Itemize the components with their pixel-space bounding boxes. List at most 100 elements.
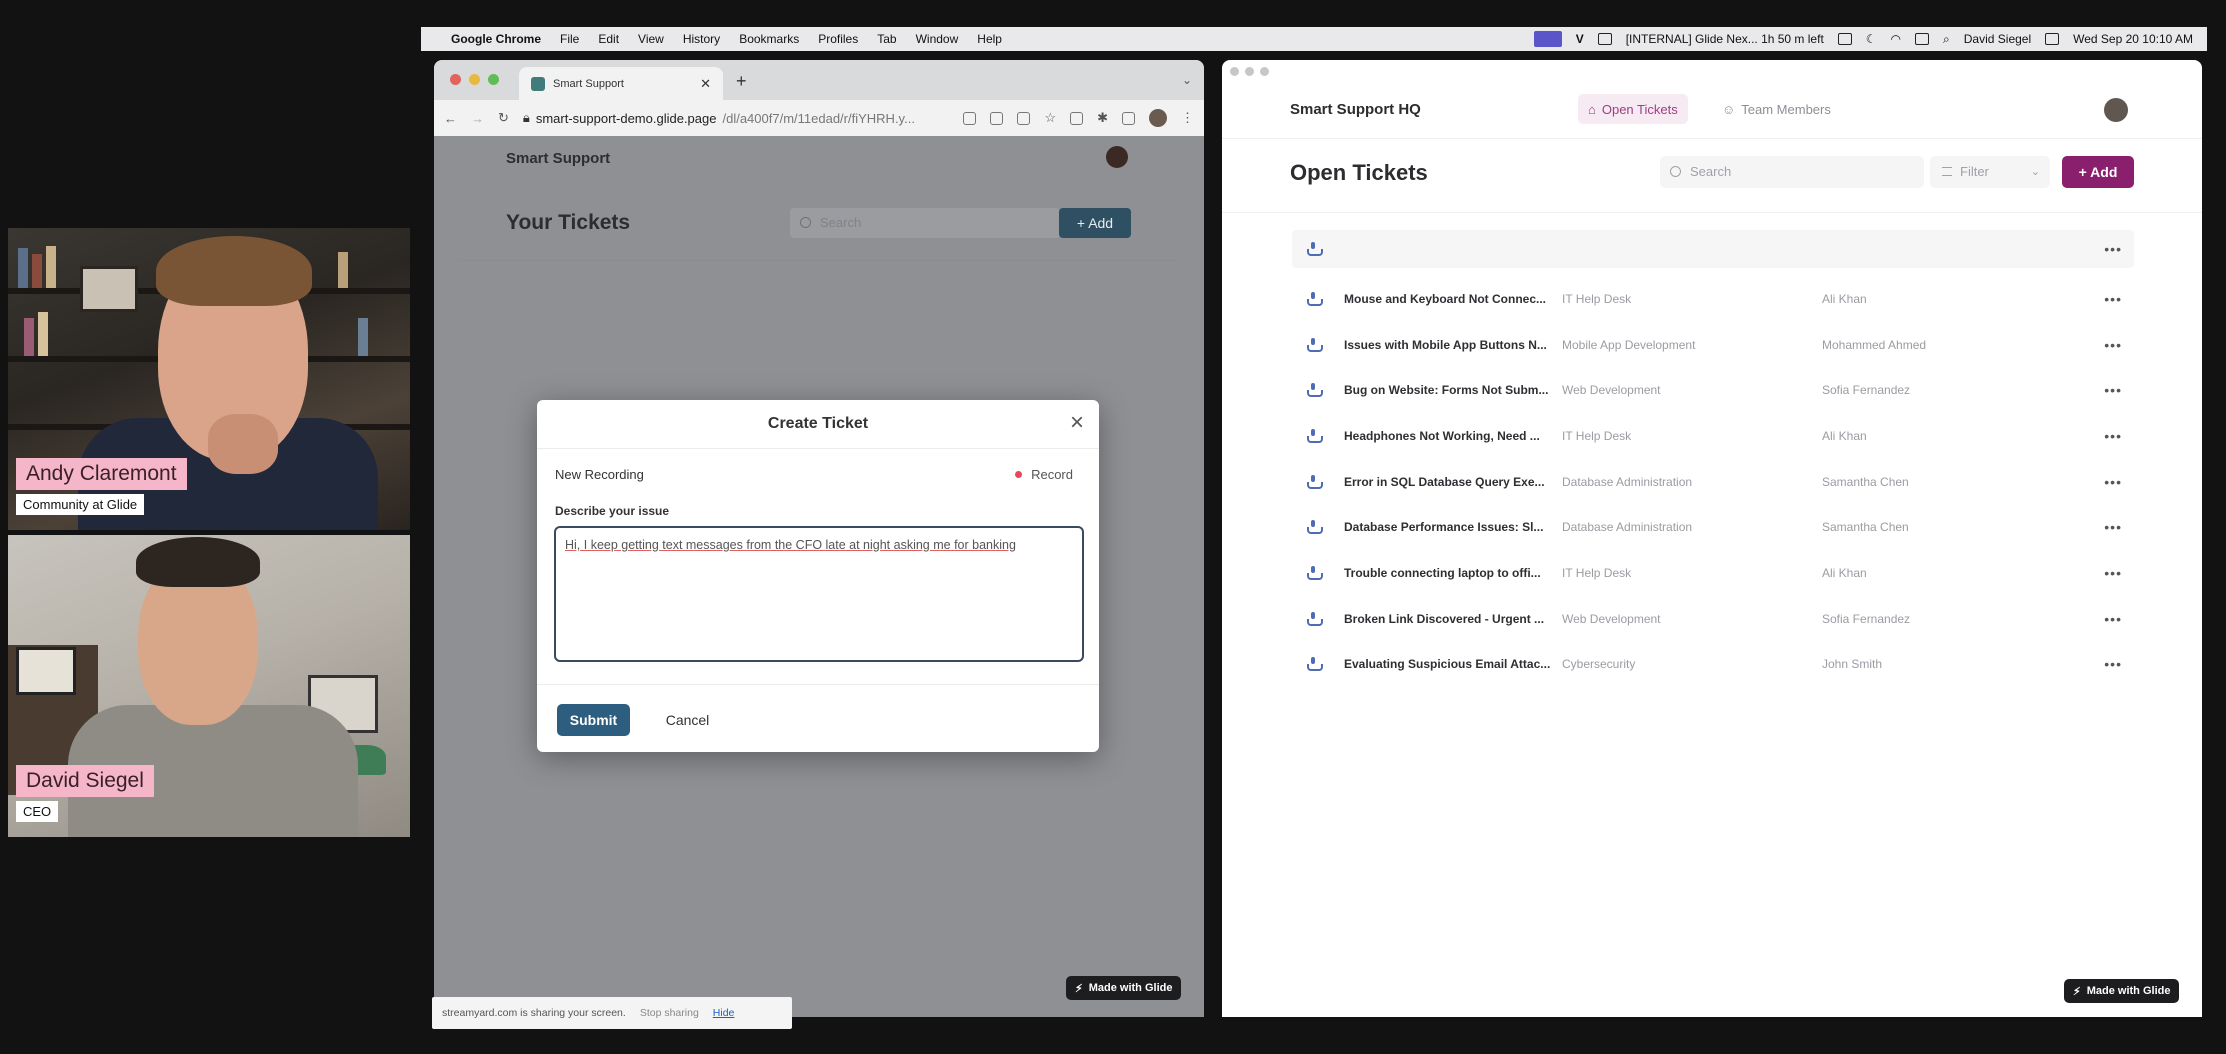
made-with-glide-badge[interactable]: ⚡︎ Made with Glide [2064, 979, 2180, 1003]
book [18, 248, 28, 288]
maximize-window-icon[interactable] [488, 74, 499, 85]
menubar-user[interactable]: David Siegel [1964, 32, 2031, 46]
search-input[interactable]: Search [790, 208, 1060, 238]
more-icon[interactable]: ••• [2104, 611, 2122, 627]
tab-open-tickets[interactable]: ⌂ Open Tickets [1578, 94, 1688, 124]
close-icon[interactable]: × [1070, 409, 1084, 437]
user-avatar[interactable] [1106, 146, 1128, 168]
puzzle-icon[interactable]: ✱ [1097, 110, 1108, 126]
forward-icon[interactable]: → [471, 111, 484, 126]
screen-share-icon[interactable] [1533, 31, 1562, 47]
more-icon[interactable]: ••• [2104, 382, 2122, 398]
chevron-down-icon[interactable]: ⌄ [1182, 73, 1192, 87]
app-brand[interactable]: Smart Support [506, 150, 610, 167]
extension-icon[interactable] [1070, 111, 1084, 125]
more-icon[interactable]: ••• [2104, 291, 2122, 307]
more-icon[interactable]: ••• [2104, 474, 2122, 490]
ticket-category: Database Administration [1562, 474, 1693, 489]
table-row[interactable]: Mouse and Keyboard Not Connec... IT Help… [1292, 276, 2134, 322]
close-window-icon[interactable] [1230, 67, 1239, 76]
close-window-icon[interactable] [450, 74, 461, 85]
close-tab-icon[interactable]: ✕ [700, 76, 711, 92]
ticket-row-empty[interactable]: ••• [1292, 230, 2134, 268]
record-button[interactable]: Record [1015, 467, 1073, 482]
more-icon[interactable]: ••• [2104, 656, 2122, 672]
table-row[interactable]: Broken Link Discovered - Urgent ... Web … [1292, 596, 2134, 642]
calendar-icon[interactable] [1597, 33, 1612, 45]
cancel-button[interactable]: Cancel [651, 704, 724, 736]
minimize-window-icon[interactable] [1245, 67, 1254, 76]
menu-item-tab[interactable]: Tab [877, 32, 896, 46]
display-icon[interactable] [1837, 33, 1852, 45]
table-row[interactable]: Trouble connecting laptop to offi... IT … [1292, 550, 2134, 596]
bolt-icon: ⚡︎ [1075, 982, 1083, 995]
made-with-glide-badge[interactable]: ⚡︎ Made with Glide [1066, 976, 1182, 1000]
star-icon[interactable]: ☆ [1044, 110, 1056, 126]
install-icon[interactable] [990, 111, 1004, 125]
new-tab-icon[interactable]: + [736, 71, 747, 92]
menu-item-edit[interactable]: Edit [598, 32, 619, 46]
menu-item-history[interactable]: History [683, 32, 720, 46]
search-icon[interactable]: ⌕ [1943, 32, 1950, 47]
reload-icon[interactable]: ↻ [498, 110, 509, 126]
more-icon[interactable]: ••• [2104, 428, 2122, 444]
app-brand[interactable]: Smart Support HQ [1290, 101, 1421, 118]
vectorworks-icon[interactable]: V [1576, 32, 1584, 46]
add-button[interactable]: + Add [1059, 208, 1131, 238]
menu-item-profiles[interactable]: Profiles [818, 32, 858, 46]
ticket-assignee: Samantha Chen [1822, 520, 1909, 535]
menubar-datetime[interactable]: Wed Sep 20 10:10 AM [2073, 32, 2193, 46]
battery-icon[interactable] [1915, 33, 1930, 45]
hide-link[interactable]: Hide [713, 1007, 735, 1019]
minimize-window-icon[interactable] [469, 74, 480, 85]
menu-item-file[interactable]: File [560, 32, 579, 46]
menu-item-bookmarks[interactable]: Bookmarks [739, 32, 799, 46]
wifi-icon[interactable]: ◠ [1891, 32, 1901, 46]
more-icon[interactable]: ••• [2104, 337, 2122, 353]
menubar-status-text[interactable]: [INTERNAL] Glide Nex... 1h 50 m left [1626, 32, 1824, 46]
tab-team-members[interactable]: ☺ Team Members [1712, 94, 1841, 124]
more-icon[interactable]: ••• [2104, 241, 2122, 257]
search-icon [1670, 166, 1681, 177]
share-icon[interactable] [1017, 111, 1031, 125]
ticket-title: Mouse and Keyboard Not Connec... [1344, 291, 1547, 306]
table-row[interactable]: Headphones Not Working, Need ... IT Help… [1292, 413, 2134, 459]
table-row[interactable]: Database Performance Issues: Sl... Datab… [1292, 504, 2134, 550]
ticket-category: Mobile App Development [1562, 337, 1696, 352]
menu-item-help[interactable]: Help [977, 32, 1002, 46]
profile-avatar[interactable] [1149, 109, 1167, 127]
ticket-assignee: John Smith [1822, 657, 1883, 672]
stop-sharing-button[interactable]: Stop sharing [640, 1007, 699, 1019]
url-field[interactable]: 🔒︎ smart-support-demo.glide.page/dl/a400… [523, 110, 950, 126]
control-center-icon[interactable] [2045, 33, 2060, 45]
more-icon[interactable]: ••• [2104, 565, 2122, 581]
kebab-menu-icon[interactable]: ⋮ [1181, 110, 1194, 126]
table-row[interactable]: Issues with Mobile App Buttons N... Mobi… [1292, 322, 2134, 368]
mic-icon[interactable] [963, 111, 977, 125]
add-button[interactable]: + Add [2062, 156, 2134, 188]
table-row[interactable]: Bug on Website: Forms Not Subm... Web De… [1292, 367, 2134, 413]
webcam-name-label: Andy Claremont [16, 458, 187, 490]
sidebar-icon[interactable] [1122, 111, 1135, 125]
table-row[interactable]: Error in SQL Database Query Exe... Datab… [1292, 459, 2134, 505]
divider [1222, 138, 2202, 139]
back-icon[interactable]: ← [444, 111, 457, 126]
menu-item-view[interactable]: View [638, 32, 664, 46]
filter-dropdown[interactable]: Filter ⌄ [1930, 156, 2050, 188]
url-path: /dl/a400f7/m/11edad/r/fiYHRH.y... [722, 110, 915, 126]
ticket-icon [1306, 611, 1323, 626]
table-row[interactable]: Evaluating Suspicious Email Attac... Cyb… [1292, 642, 2134, 688]
maximize-window-icon[interactable] [1260, 67, 1269, 76]
person-hair [156, 236, 312, 306]
moon-icon[interactable]: ☾ [1866, 32, 1877, 46]
menu-app-name[interactable]: Google Chrome [451, 32, 541, 46]
menu-item-window[interactable]: Window [916, 32, 959, 46]
record-dot-icon [1015, 471, 1023, 478]
ticket-icon [1306, 242, 1323, 256]
browser-tab[interactable]: Smart Support ✕ [519, 67, 723, 100]
submit-button[interactable]: Submit [557, 704, 630, 736]
search-input[interactable]: Search [1660, 156, 1924, 188]
more-icon[interactable]: ••• [2104, 519, 2122, 535]
issue-description-field[interactable]: Hi, I keep getting text messages from th… [554, 526, 1084, 662]
user-avatar[interactable] [2104, 98, 2128, 122]
